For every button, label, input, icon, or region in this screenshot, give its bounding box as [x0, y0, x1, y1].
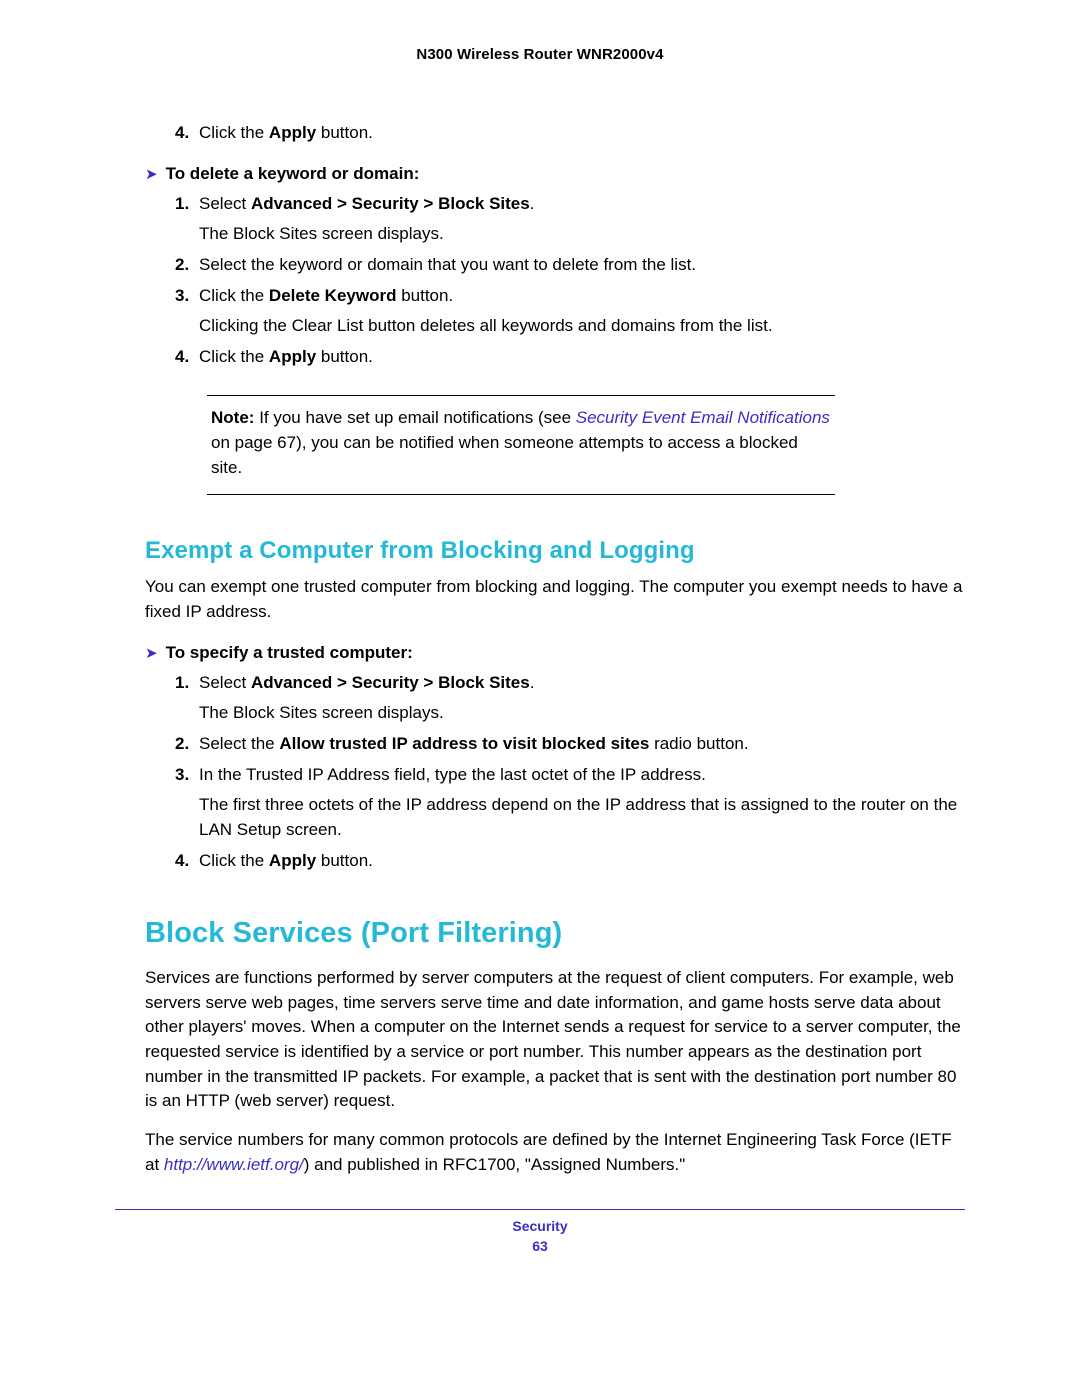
- step-text-pre: Click the: [199, 123, 269, 142]
- footer-section-name: Security: [115, 1218, 965, 1234]
- delete-steps: 1. Select Advanced > Security > Block Si…: [145, 192, 965, 370]
- trusted-steps: 1. Select Advanced > Security > Block Si…: [145, 671, 965, 873]
- step-text-bold: Apply: [269, 347, 316, 366]
- step-text-post: button.: [316, 347, 373, 366]
- page-footer: Security 63: [115, 1218, 965, 1254]
- step-text-post: button.: [316, 123, 373, 142]
- step-number: 3.: [175, 284, 189, 309]
- para2-post: ) and published in RFC1700, "Assigned Nu…: [304, 1155, 686, 1174]
- procedure-heading-delete: ➤ To delete a keyword or domain:: [145, 164, 965, 186]
- step-subtext: Clicking the Clear List button deletes a…: [199, 314, 965, 339]
- link-ietf-url[interactable]: http://www.ietf.org/: [164, 1155, 304, 1174]
- procedure-label: To specify a trusted computer:: [166, 643, 413, 663]
- step-subtext: The Block Sites screen displays.: [199, 701, 965, 726]
- procedure-heading-trusted: ➤ To specify a trusted computer:: [145, 643, 965, 665]
- step-item: 1. Select Advanced > Security > Block Si…: [175, 192, 965, 247]
- step-number: 4.: [175, 121, 189, 146]
- step-item: 2. Select the Allow trusted IP address t…: [175, 732, 965, 757]
- step-subtext: The Block Sites screen displays.: [199, 222, 965, 247]
- step-text: Select the keyword or domain that you wa…: [199, 255, 696, 274]
- step-text: In the Trusted IP Address field, type th…: [199, 765, 706, 784]
- step-text-pre: Select the: [199, 734, 279, 753]
- step-text-pre: Click the: [199, 286, 269, 305]
- procedure-label: To delete a keyword or domain:: [166, 164, 420, 184]
- step-item: 4. Click the Apply button.: [175, 849, 965, 874]
- step-text-bold: Allow trusted IP address to visit blocke…: [279, 734, 649, 753]
- step-text-bold: Advanced > Security > Block Sites: [251, 673, 530, 692]
- chevron-right-icon: ➤: [145, 164, 158, 186]
- step-text-post: radio button.: [649, 734, 748, 753]
- block-services-para1: Services are functions performed by serv…: [145, 966, 965, 1114]
- step-text-pre: Click the: [199, 851, 269, 870]
- step-text-post: button.: [396, 286, 453, 305]
- chevron-right-icon: ➤: [145, 643, 158, 665]
- step-item: 3. In the Trusted IP Address field, type…: [175, 763, 965, 843]
- heading-block-services: Block Services (Port Filtering): [145, 917, 965, 950]
- note-text-part1: If you have set up email notifications (…: [259, 408, 576, 427]
- step-text-bold: Apply: [269, 851, 316, 870]
- link-security-event-email[interactable]: Security Event Email Notifications: [576, 408, 830, 427]
- note-label: Note:: [211, 408, 254, 427]
- step-item: 1. Select Advanced > Security > Block Si…: [175, 671, 965, 726]
- step-text-post: .: [530, 673, 535, 692]
- step-text-post: .: [530, 194, 535, 213]
- step-number: 3.: [175, 763, 189, 788]
- step-number: 1.: [175, 192, 189, 217]
- step-number: 1.: [175, 671, 189, 696]
- intro-steps: 4. Click the Apply button.: [145, 121, 965, 146]
- note-body: Note: If you have set up email notificat…: [211, 406, 831, 480]
- content-body: 4. Click the Apply button. ➤ To delete a…: [115, 121, 965, 1177]
- step-text-pre: Select: [199, 194, 251, 213]
- heading-exempt-computer: Exempt a Computer from Blocking and Logg…: [145, 537, 965, 565]
- step-number: 4.: [175, 849, 189, 874]
- step-number: 4.: [175, 345, 189, 370]
- step-text-bold: Advanced > Security > Block Sites: [251, 194, 530, 213]
- note-text-part2: on page 67), you can be notified when so…: [211, 433, 798, 477]
- step-item: 3. Click the Delete Keyword button. Clic…: [175, 284, 965, 339]
- footer-divider: [115, 1209, 965, 1210]
- step-number: 2.: [175, 253, 189, 278]
- footer-page-number: 63: [532, 1238, 548, 1254]
- step-subtext: The first three octets of the IP address…: [199, 793, 965, 842]
- step-number: 2.: [175, 732, 189, 757]
- step-text-pre: Click the: [199, 347, 269, 366]
- page-header-title: N300 Wireless Router WNR2000v4: [115, 46, 965, 63]
- step-text-pre: Select: [199, 673, 251, 692]
- exempt-intro: You can exempt one trusted computer from…: [145, 575, 965, 624]
- page: N300 Wireless Router WNR2000v4 4. Click …: [0, 0, 1080, 1397]
- step-item: 4. Click the Apply button.: [175, 345, 965, 370]
- note-block: Note: If you have set up email notificat…: [207, 395, 835, 495]
- step-text-bold: Apply: [269, 123, 316, 142]
- block-services-para2: The service numbers for many common prot…: [145, 1128, 965, 1177]
- step-text-post: button.: [316, 851, 373, 870]
- step-item: 4. Click the Apply button.: [175, 121, 965, 146]
- step-text-bold: Delete Keyword: [269, 286, 397, 305]
- step-item: 2. Select the keyword or domain that you…: [175, 253, 965, 278]
